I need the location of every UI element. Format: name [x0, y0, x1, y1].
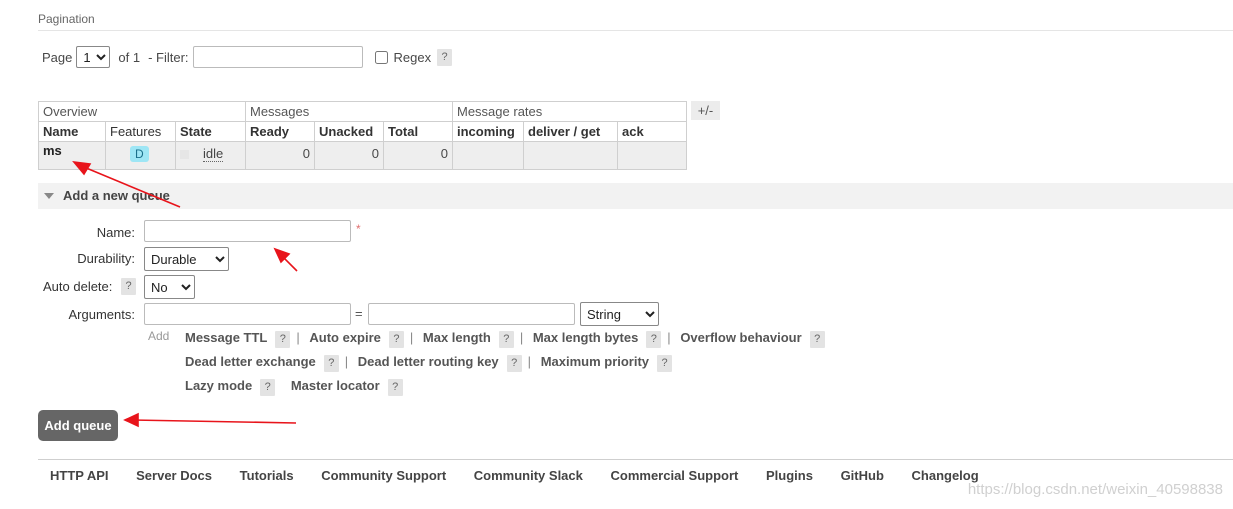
- arrow-to-name-input: [273, 247, 298, 272]
- arrow-to-queue-name: [72, 160, 181, 208]
- arrow-to-add-queue-button: [123, 412, 297, 428]
- annotation-arrows: [72, 160, 298, 428]
